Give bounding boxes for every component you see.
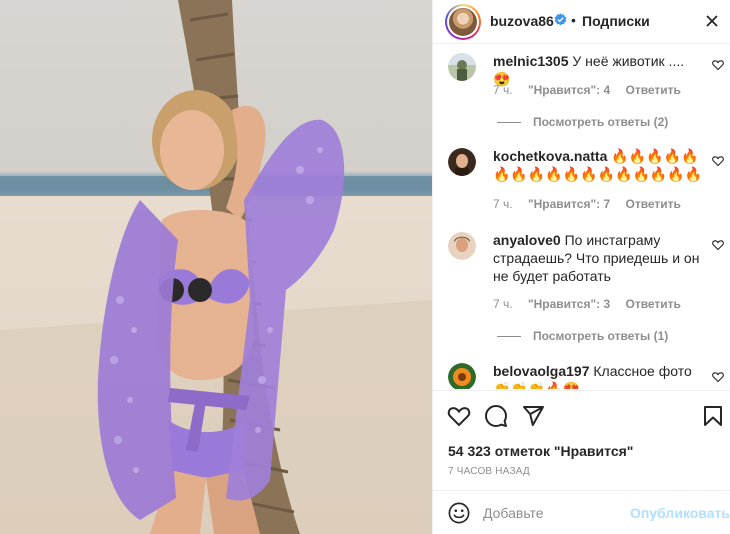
photo-illustration	[0, 0, 432, 534]
view-replies-button[interactable]: Посмотреть ответы (2)	[497, 115, 668, 129]
more-icon[interactable]	[705, 14, 719, 28]
comment-likes[interactable]: "Нравится": 4	[528, 83, 610, 97]
comment-like-icon[interactable]	[712, 155, 724, 167]
comment-text: kochetkova.natta 🔥🔥🔥🔥🔥🔥🔥🔥🔥🔥🔥🔥🔥🔥🔥🔥🔥	[493, 147, 703, 183]
post-timestamp[interactable]: 7 ЧАСОВ НАЗАД	[448, 466, 530, 477]
post-header: buzova86 • Подписки	[433, 0, 730, 44]
comment-text: belovaolga197 Классное фото👏👏👏🔥😍	[493, 362, 703, 389]
likes-count[interactable]: 54 323 отметок "Нравится"	[448, 443, 633, 459]
header-separator: •	[571, 12, 576, 28]
bookmark-icon[interactable]	[701, 404, 725, 428]
commenter-avatar[interactable]	[448, 53, 476, 81]
comment-likes[interactable]: "Нравится": 7	[528, 197, 610, 211]
author-username[interactable]: buzova86	[490, 13, 554, 29]
commenter-avatar[interactable]	[448, 363, 476, 389]
reply-button[interactable]: Ответить	[625, 83, 680, 97]
comment-username[interactable]: melnic1305	[493, 53, 569, 69]
post-photo[interactable]	[0, 0, 432, 534]
post-panel: buzova86 • Подписки melnic1305 У неё жив…	[432, 0, 730, 534]
verified-icon	[554, 13, 567, 26]
follow-status-button[interactable]: Подписки	[582, 13, 650, 29]
comments-list[interactable]: melnic1305 У неё животик .... 😍 7 ч. "Нр…	[433, 45, 730, 389]
emoji-icon[interactable]	[448, 502, 470, 524]
comment-username[interactable]: anyalove0	[493, 232, 561, 248]
post-actions: 54 323 отметок "Нравится" 7 ЧАСОВ НАЗАД	[433, 390, 730, 490]
comment-meta: 7 ч. "Нравится": 7 Ответить	[493, 197, 693, 211]
author-avatar[interactable]	[445, 4, 481, 40]
comment-icon[interactable]	[484, 404, 508, 428]
heart-icon[interactable]	[447, 404, 471, 428]
publish-button[interactable]: Опубликовать	[630, 505, 730, 521]
comment-text: anyalove0 По инстаграму страдаешь? Что п…	[493, 231, 703, 285]
comment-like-icon[interactable]	[712, 371, 724, 383]
share-icon[interactable]	[521, 404, 545, 428]
comment-time: 7 ч.	[493, 297, 513, 311]
comment-like-icon[interactable]	[712, 59, 724, 71]
comment-username[interactable]: belovaolga197	[493, 363, 590, 379]
commenter-avatar[interactable]	[448, 148, 476, 176]
comment-like-icon[interactable]	[712, 239, 724, 251]
reply-button[interactable]: Ответить	[625, 297, 680, 311]
comment-meta: 7 ч. "Нравится": 3 Ответить	[493, 297, 693, 311]
view-replies-button[interactable]: Посмотреть ответы (1)	[497, 329, 668, 343]
comment-username[interactable]: kochetkova.natta	[493, 148, 607, 164]
commenter-avatar[interactable]	[448, 232, 476, 260]
comment-time: 7 ч.	[493, 83, 513, 97]
comment-meta: 7 ч. "Нравится": 4 Ответить	[493, 83, 693, 97]
comment-likes[interactable]: "Нравится": 3	[528, 297, 610, 311]
reply-button[interactable]: Ответить	[625, 197, 680, 211]
comment-time: 7 ч.	[493, 197, 513, 211]
add-comment-bar: Опубликовать	[433, 490, 730, 534]
